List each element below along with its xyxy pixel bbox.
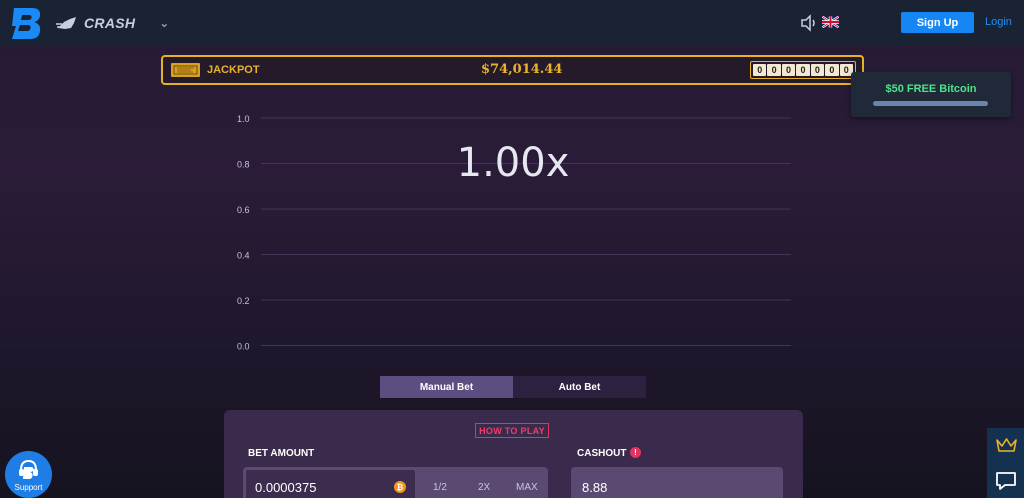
- uk-flag-icon[interactable]: [822, 16, 839, 28]
- bet-amount-input[interactable]: [245, 469, 416, 498]
- sound-icon[interactable]: [799, 14, 817, 32]
- game-name: CRASH: [84, 15, 136, 31]
- multiplier-display: 1.00x: [456, 140, 570, 186]
- tab-auto-bet[interactable]: Auto Bet: [513, 376, 646, 398]
- promo-progress-bar: [873, 101, 988, 106]
- promo-label: $50 FREE Bitcoin: [885, 83, 977, 95]
- bet-amount-label: BET AMOUNT: [248, 448, 315, 459]
- headset-icon: [19, 459, 38, 479]
- rocket-icon: [56, 17, 76, 29]
- free-bitcoin-promo[interactable]: $50 FREE Bitcoin: [851, 72, 1011, 117]
- jackpot-digit: 0: [781, 64, 796, 76]
- y-tick-label: 0.0: [237, 342, 250, 352]
- y-tick-label: 0.8: [237, 160, 250, 170]
- jackpot-digit: 0: [767, 64, 781, 76]
- jackpot-digit: 0: [796, 64, 810, 76]
- crown-icon[interactable]: [996, 438, 1017, 452]
- bitcoin-icon: ₿: [394, 481, 406, 493]
- half-bet-button[interactable]: 1/2: [433, 482, 447, 493]
- double-bet-button[interactable]: 2X: [478, 482, 490, 493]
- signup-button[interactable]: Sign Up: [901, 12, 974, 33]
- support-label: Support: [14, 483, 43, 492]
- tab-manual-bet[interactable]: Manual Bet: [380, 376, 513, 398]
- y-tick-label: 0.6: [237, 205, 250, 215]
- jackpot-bar[interactable]: JACKPOT $74,014.44 0 0 0 0 0 0 0: [161, 55, 864, 85]
- max-bet-button[interactable]: MAX: [516, 482, 538, 493]
- jackpot-digit: 0: [825, 64, 839, 76]
- jackpot-label: JACKPOT: [207, 64, 260, 76]
- jackpot-digit: 0: [753, 64, 767, 76]
- y-tick-label: 0.2: [237, 296, 250, 306]
- brand-logo-icon[interactable]: [10, 6, 44, 40]
- chevron-down-icon[interactable]: ⌄: [159, 16, 169, 30]
- login-link[interactable]: Login: [985, 16, 1012, 28]
- jackpot-counter: 0 0 0 0 0 0 0: [750, 61, 856, 79]
- game-switcher[interactable]: CRASH ⌄: [56, 12, 170, 34]
- top-bar: CRASH ⌄ Sign Up Login: [0, 0, 1024, 46]
- y-tick-label: 0.4: [237, 251, 250, 261]
- support-button[interactable]: Support: [5, 451, 52, 498]
- bet-mode-tabs: Manual Bet Auto Bet: [380, 376, 646, 398]
- cashout-label: CASHOUT: [577, 448, 627, 459]
- cashout-input[interactable]: [571, 467, 783, 498]
- how-to-play-button[interactable]: HOW TO PLAY: [475, 423, 549, 438]
- ticket-icon: [171, 63, 200, 77]
- jackpot-digit: 0: [810, 64, 825, 76]
- y-tick-label: 1.0: [237, 114, 250, 124]
- chat-icon[interactable]: [996, 472, 1016, 490]
- cashout-info-icon[interactable]: !: [630, 447, 641, 458]
- jackpot-amount: $74,014.44: [481, 62, 563, 77]
